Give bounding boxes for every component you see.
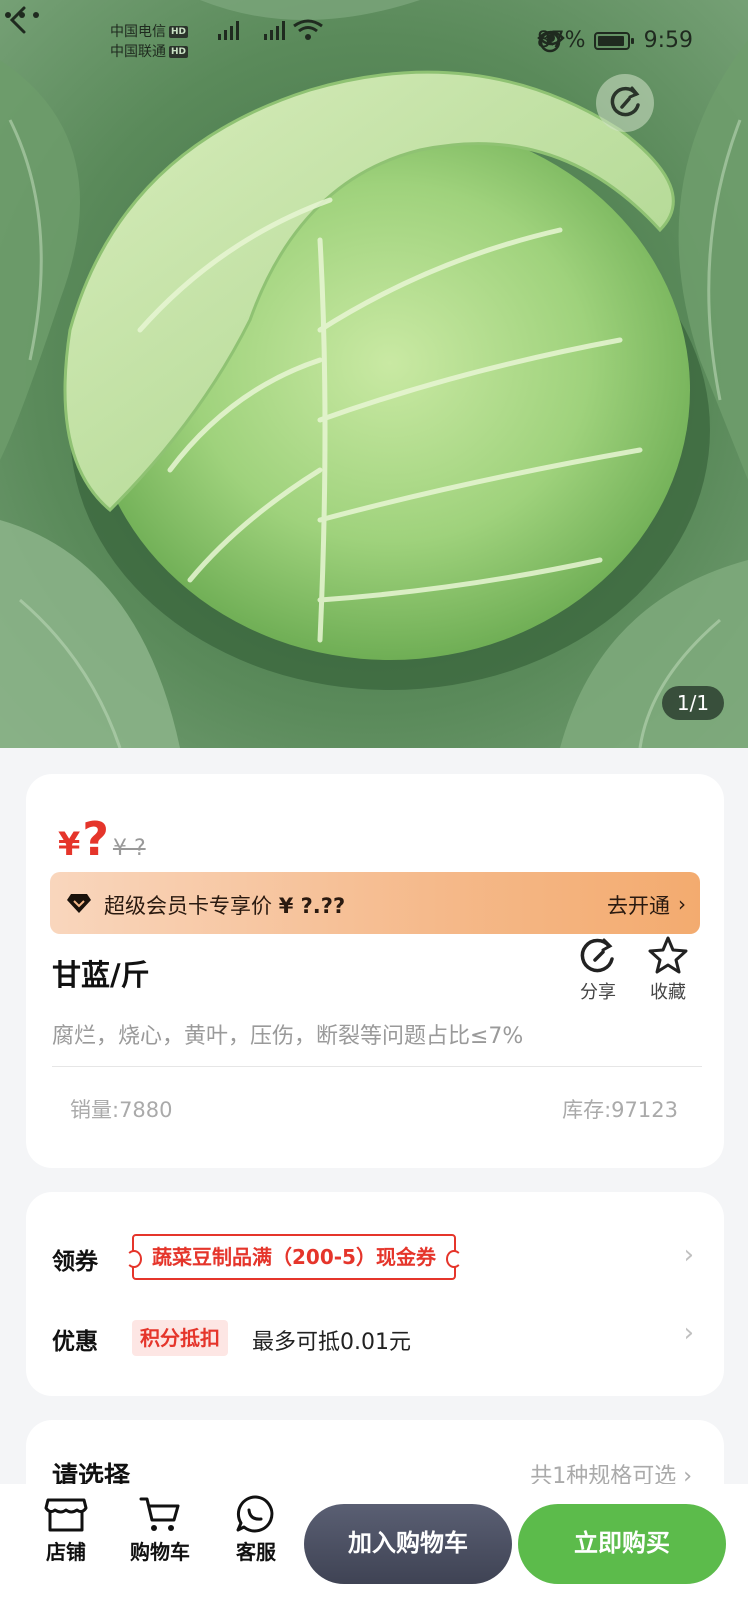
diamond-icon [67,894,91,913]
price-value: ? [82,812,109,866]
cart-icon [139,1497,180,1531]
share-icon [610,86,640,117]
carrier-info: 中国电信 HD 中国联通 HD [110,22,189,62]
share-icon [580,938,614,973]
star-icon [648,936,688,974]
vip-label: 超级会员卡专享价 [104,894,272,918]
points-tag: 积分抵扣 [132,1320,228,1356]
battery-icon [593,31,634,50]
clock: 9:59 [643,28,693,53]
alarm-icon [539,31,560,53]
wifi-icon [293,19,323,40]
hd-badge: HD [169,26,189,38]
stock-count: 库存:97123 [562,1098,678,1122]
add-to-cart-button[interactable]: 加入购物车 [304,1504,512,1584]
coupon-label: 领券 [52,1249,98,1275]
favorite-label: 收藏 [650,982,686,1003]
price-symbol: ¥ [58,825,81,863]
service-tab[interactable]: 客服 [216,1494,296,1565]
coupon-tag[interactable]: 蔬菜豆制品满（200-5）现金券 [126,1234,462,1280]
chevron-right-icon[interactable]: › [684,1240,694,1270]
chat-icon [236,1495,274,1533]
coupon-card: 领券 蔬菜豆制品满（200-5）现金券 › 优惠 积分抵扣 最多可抵0.01元 … [26,1192,724,1396]
store-icon [44,1498,88,1532]
quality-description: 腐烂，烧心，黄叶，压伤，断裂等问题占比≤7% [52,1024,524,1049]
store-label: 店铺 [46,1540,86,1564]
vip-text: 超级会员卡专享价 ¥ ?.?? [104,890,345,920]
sales-count: 销量:7880 [70,1098,173,1122]
cart-tab[interactable]: 购物车 [120,1494,200,1565]
vip-banner[interactable]: 超级会员卡专享价 ¥ ?.?? 去开通 › [50,872,700,934]
signal-icon [218,21,239,40]
buy-now-button[interactable]: 立即购买 [518,1504,726,1584]
product-image[interactable]: 中国电信 HD 中国联通 HD 87% 9:59 1/1 [0,0,748,748]
store-tab[interactable]: 店铺 [26,1494,106,1565]
vip-price: ¥ ?.?? [278,894,346,918]
carrier-2: 中国联通 [110,44,166,60]
carrier-1: 中国电信 [110,24,166,40]
vip-open-link[interactable]: 去开通 [607,890,670,920]
bottom-bar: 店铺 购物车 客服 加入购物车 立即购买 [0,1484,748,1600]
cart-label: 购物车 [130,1540,190,1564]
divider [52,1066,702,1067]
price: ¥? ¥ ? [58,812,146,866]
status-bar: 中国电信 HD 中国联通 HD 87% 9:59 [0,18,748,68]
points-text: 最多可抵0.01元 [252,1330,411,1355]
share-label: 分享 [580,982,616,1003]
product-info-card: ¥? ¥ ? 超级会员卡专享价 ¥ ?.?? 去开通 › 甘蓝/斤 分享 收藏 腐… [26,774,724,1168]
original-price: ¥ ? [112,836,146,861]
chevron-right-icon[interactable]: › [684,1318,694,1348]
chevron-right-icon: › [678,892,686,916]
favorite-action[interactable]: 收藏 [638,934,698,1004]
share-action[interactable]: 分享 [568,934,628,1004]
status-right: 87% 9:59 [537,28,693,53]
promo-label: 优惠 [52,1329,98,1355]
service-label: 客服 [236,1540,276,1564]
share-button[interactable] [596,74,654,132]
image-counter: 1/1 [662,686,724,720]
signal-icon [264,21,285,40]
product-title: 甘蓝/斤 [52,958,150,992]
more-icon[interactable] [0,0,44,30]
hd-badge: HD [169,46,189,58]
